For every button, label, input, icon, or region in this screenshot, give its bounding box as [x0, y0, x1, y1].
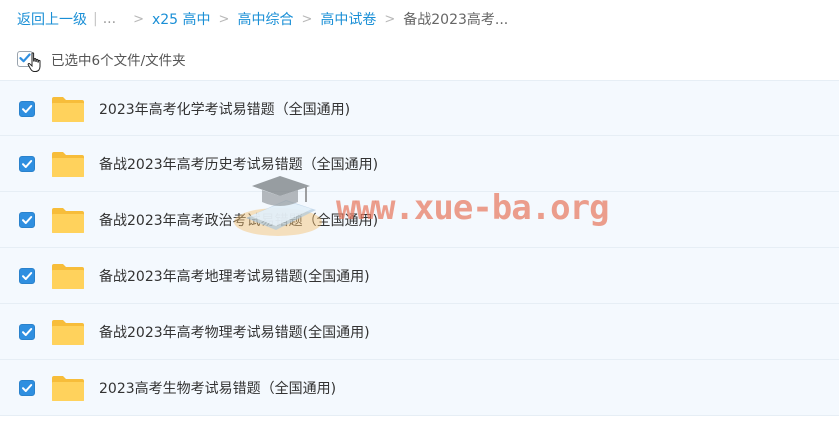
selection-bar: 已选中6个文件/文件夹	[17, 48, 186, 72]
breadcrumb-item-papers[interactable]: 高中试卷	[320, 9, 376, 29]
checkmark-icon	[22, 272, 33, 280]
file-name[interactable]: 备战2023年高考地理考试易错题(全国通用)	[99, 266, 370, 286]
hand-cursor-icon	[27, 52, 41, 72]
breadcrumb-separator: |	[93, 11, 98, 27]
breadcrumb-item-x25[interactable]: x25 高中	[152, 9, 211, 29]
checkmark-icon	[22, 216, 33, 224]
checkmark-icon	[22, 328, 33, 336]
file-name[interactable]: 2023高考生物考试易错题（全国通用)	[99, 378, 336, 398]
folder-icon	[52, 264, 84, 289]
folder-icon	[52, 376, 84, 401]
row-checkbox[interactable]	[19, 380, 35, 396]
row-checkbox[interactable]	[19, 212, 35, 228]
selection-count-label: 已选中6个文件/文件夹	[51, 53, 186, 69]
file-row[interactable]: 备战2023年高考物理考试易错题(全国通用)	[0, 304, 839, 360]
chevron-right-icon: >	[218, 11, 230, 27]
folder-icon	[52, 97, 84, 122]
file-row[interactable]: 备战2023年高考政治考试易错题（全国通用)	[0, 192, 839, 248]
breadcrumb-current: 备战2023高考...	[403, 12, 509, 28]
chevron-right-icon: >	[301, 11, 313, 27]
breadcrumb-item-comprehensive[interactable]: 高中综合	[237, 9, 293, 29]
file-name[interactable]: 2023年高考化学考试易错题（全国通用)	[99, 99, 350, 119]
folder-icon	[52, 152, 84, 177]
breadcrumb-ellipsis[interactable]: ...	[103, 11, 116, 27]
file-row[interactable]: 备战2023年高考地理考试易错题(全国通用)	[0, 248, 839, 304]
chevron-right-icon: >	[133, 11, 144, 27]
row-checkbox[interactable]	[19, 156, 35, 172]
file-name[interactable]: 备战2023年高考物理考试易错题(全国通用)	[99, 322, 370, 342]
folder-icon	[52, 208, 84, 233]
row-checkbox[interactable]	[19, 268, 35, 284]
folder-icon	[52, 320, 84, 345]
row-checkbox[interactable]	[19, 324, 35, 340]
checkmark-icon	[22, 105, 33, 113]
file-name[interactable]: 备战2023年高考历史考试易错题（全国通用)	[99, 154, 378, 174]
file-row[interactable]: 2023年高考化学考试易错题（全国通用)	[0, 80, 839, 136]
back-link[interactable]: 返回上一级	[17, 9, 87, 29]
file-list: 2023年高考化学考试易错题（全国通用) 备战2023年高考历史考试易错题（全国…	[0, 80, 839, 416]
file-row[interactable]: 2023高考生物考试易错题（全国通用)	[0, 360, 839, 416]
checkmark-icon	[22, 160, 33, 168]
file-row[interactable]: 备战2023年高考历史考试易错题（全国通用)	[0, 136, 839, 192]
row-checkbox[interactable]	[19, 101, 35, 117]
file-name[interactable]: 备战2023年高考政治考试易错题（全国通用)	[99, 210, 378, 230]
breadcrumb: 返回上一级 | ... > x25 高中 > 高中综合 > 高中试卷 > 备战2…	[17, 9, 508, 29]
chevron-right-icon: >	[384, 11, 396, 27]
checkmark-icon	[22, 384, 33, 392]
